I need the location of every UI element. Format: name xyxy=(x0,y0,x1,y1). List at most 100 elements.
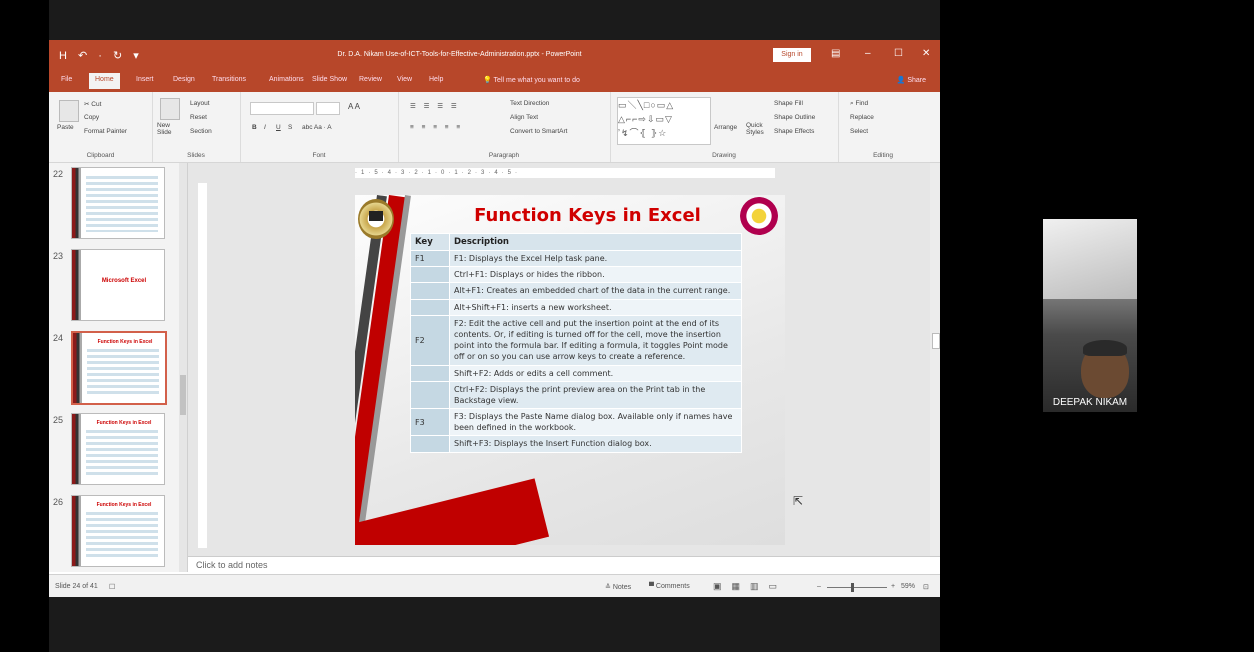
ribbon-display-icon[interactable]: ▤ xyxy=(831,48,840,59)
view-buttons[interactable]: ▣▦▥▭ xyxy=(713,581,787,592)
key-cell: F2 xyxy=(410,314,450,366)
key-cell xyxy=(410,298,450,316)
table-row: Ctrl+F2: Displays the print preview area… xyxy=(410,380,742,410)
slide-thumbnail-26[interactable]: Function Keys in Excel xyxy=(71,495,165,567)
font-color-icon[interactable]: abc Aa · A xyxy=(302,124,332,131)
description-cell: Ctrl+F2: Displays the print preview area… xyxy=(449,380,742,410)
tab-help[interactable]: Help xyxy=(429,76,443,83)
font-name-field[interactable] xyxy=(250,102,314,115)
shapes-gallery[interactable]: ▭＼╲□○▭△ △⌐⌐⇨⇩▭▽ ʼ↯⌒⦃ ⦄☆ xyxy=(617,97,711,145)
university-logo-right xyxy=(740,197,778,235)
zoom-slider[interactable] xyxy=(827,583,887,592)
convert-smartart-button[interactable]: Convert to SmartArt xyxy=(510,128,567,135)
quick-access-toolbar[interactable]: H ↶ · ↻ ▾ xyxy=(59,49,143,62)
function-keys-table: Key Description F1 F1: Displays the Excel… xyxy=(410,233,742,453)
slide-canvas[interactable]: Function Keys in Excel Key Description F… xyxy=(355,195,785,545)
slide-thumbnail-22[interactable] xyxy=(71,167,165,239)
font-grow-icon[interactable]: A A xyxy=(348,102,360,111)
tab-slide-show[interactable]: Slide Show xyxy=(312,76,347,83)
slides-group: New Slide Layout Reset Section Slides xyxy=(152,92,241,162)
drawing-label: Drawing xyxy=(712,152,736,159)
format-painter-button[interactable]: Format Painter xyxy=(84,128,127,135)
zoom-level[interactable]: 59% xyxy=(901,583,915,590)
slide-scrollbar[interactable] xyxy=(930,163,940,556)
slide-thumbnail-23[interactable]: Microsoft Excel xyxy=(71,249,165,321)
replace-button[interactable]: Replace xyxy=(850,114,874,121)
minimize-button[interactable]: – xyxy=(865,48,871,59)
italic-button[interactable]: I xyxy=(264,124,266,131)
tab-insert[interactable]: Insert xyxy=(136,76,154,83)
new-slide-button[interactable]: New Slide xyxy=(157,122,185,136)
description-cell: Alt+F1: Creates an embedded chart of the… xyxy=(449,282,742,300)
paste-button[interactable]: Paste xyxy=(57,124,74,131)
paragraph-group: ☰ ☰ ☰ ☰ ≡ ≡ ≡ ≡ ≡ Text Direction Align T… xyxy=(398,92,611,162)
copy-button[interactable]: Copy xyxy=(84,114,99,121)
bold-button[interactable]: B xyxy=(252,124,257,131)
thumbnail-title: Function Keys in Excel xyxy=(96,502,152,508)
thumbnail-scrollbar[interactable] xyxy=(179,163,187,572)
zoom-out-button[interactable]: – xyxy=(817,583,821,590)
cut-button[interactable]: ✂ Cut xyxy=(84,100,101,108)
table-row: Shift+F3: Displays the Insert Function d… xyxy=(410,435,742,453)
slide-thumbnail-pane: 22 23 Microsoft Excel 24 Function Keys i… xyxy=(49,163,188,572)
table-row: Ctrl+F1: Displays or hides the ribbon. xyxy=(410,266,742,284)
table-row: Alt+Shift+F1: inserts a new worksheet. xyxy=(410,298,742,316)
fit-slide-icon[interactable]: ⊡ xyxy=(923,583,929,591)
tab-design[interactable]: Design xyxy=(173,76,195,83)
find-button[interactable]: ⌕ Find xyxy=(850,100,868,108)
table-row: F1 F1: Displays the Excel Help task pane. xyxy=(410,249,742,268)
participant-video-tile[interactable]: DEEPAK NIKAM xyxy=(1043,219,1137,412)
find-label: Find xyxy=(855,100,869,107)
underline-button[interactable]: U xyxy=(276,124,281,131)
tab-view[interactable]: View xyxy=(397,76,412,83)
slide-edit-area: ·1·5·4·3·2·1·0·1·2·3·4·5· Function Keys … xyxy=(188,163,940,556)
close-button[interactable]: ✕ xyxy=(922,48,930,59)
tab-animations[interactable]: Animations xyxy=(269,76,304,83)
maximize-button[interactable]: ☐ xyxy=(894,48,903,59)
shape-effects-button[interactable]: Shape Effects xyxy=(774,128,814,135)
drawing-group: ▭＼╲□○▭△ △⌐⌐⇨⇩▭▽ ʼ↯⌒⦃ ⦄☆ Arrange Quick Styl… xyxy=(610,92,839,162)
lightbulb-icon: 💡 xyxy=(483,77,494,84)
select-button[interactable]: Select xyxy=(850,128,868,135)
layout-button[interactable]: Layout xyxy=(190,100,210,107)
thumbnail-title: Microsoft Excel xyxy=(101,278,147,284)
reset-button[interactable]: Reset xyxy=(190,114,207,121)
align-text-button[interactable]: Align Text xyxy=(510,114,538,121)
tab-review[interactable]: Review xyxy=(359,76,382,83)
slide-thumbnail-25[interactable]: Function Keys in Excel xyxy=(71,413,165,485)
shadow-button[interactable]: S xyxy=(288,124,292,131)
font-group: A A B I U S abc Aa · A Font xyxy=(240,92,399,162)
tab-file[interactable]: File xyxy=(61,76,72,83)
tell-me-search[interactable]: 💡 Tell me what you want to do xyxy=(483,76,580,84)
slide-count: Slide 24 of 41 xyxy=(55,583,98,590)
arrange-button[interactable]: Arrange xyxy=(714,124,737,131)
editing-group: ⌕ Find Replace Select Editing xyxy=(838,92,928,162)
sign-in-button[interactable]: Sign in xyxy=(773,48,811,62)
zoom-in-button[interactable]: + xyxy=(891,583,895,590)
tab-home[interactable]: Home xyxy=(89,73,120,89)
title-bar: H ↶ · ↻ ▾ Dr. D.A. Nikam Use-of-ICT-Tool… xyxy=(49,40,940,70)
section-button[interactable]: Section xyxy=(190,128,212,135)
text-direction-button[interactable]: Text Direction xyxy=(510,100,549,107)
slide-thumbnail-24[interactable]: Function Keys in Excel xyxy=(71,331,167,405)
paste-icon[interactable] xyxy=(59,100,79,122)
status-bar: Slide 24 of 41 ☐ ≙ Notes ▀ Comments ▣▦▥▭… xyxy=(49,574,940,597)
list-icons[interactable]: ☰ ☰ ☰ ☰ xyxy=(410,102,460,110)
align-icons[interactable]: ≡ ≡ ≡ ≡ ≡ xyxy=(410,124,463,131)
key-cell: F1 xyxy=(410,249,450,268)
share-button[interactable]: 👤 Share xyxy=(897,76,926,84)
shape-outline-button[interactable]: Shape Outline xyxy=(774,114,815,121)
font-size-field[interactable] xyxy=(316,102,340,115)
comments-button[interactable]: ▀ Comments xyxy=(649,583,690,590)
tab-transitions[interactable]: Transitions xyxy=(212,76,246,83)
quick-styles-button[interactable]: Quick Styles xyxy=(746,122,770,136)
description-cell: F2: Edit the active cell and put the ins… xyxy=(449,314,742,366)
notes-pane[interactable]: Click to add notes xyxy=(188,556,940,573)
slides-label: Slides xyxy=(187,152,205,159)
new-slide-icon[interactable] xyxy=(160,98,180,120)
key-cell xyxy=(410,282,450,300)
mouse-cursor-icon: ⇱ xyxy=(793,494,804,508)
notes-button[interactable]: ≙ Notes xyxy=(605,583,631,591)
shape-fill-button[interactable]: Shape Fill xyxy=(774,100,803,107)
spellcheck-icon[interactable]: ☐ xyxy=(109,583,115,591)
